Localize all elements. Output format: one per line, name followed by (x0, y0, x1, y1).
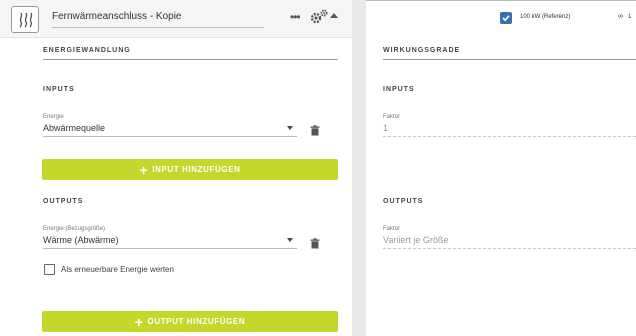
reference-label: 100 kW (Referenz) (520, 14, 571, 20)
delete-input-trash-icon[interactable] (310, 123, 320, 141)
chevron-down-icon[interactable] (287, 238, 293, 242)
plus-icon: + (139, 161, 149, 178)
output-energy-select[interactable]: Wärme (Abwärme) (43, 235, 119, 245)
panel-header: Fernwärmeanschluss - Kopie ••• (0, 0, 352, 38)
section-divider (43, 59, 338, 60)
component-title-input[interactable]: Fernwärmeanschluss - Kopie (52, 8, 264, 28)
energy-conversion-panel: Fernwärmeanschluss - Kopie ••• ENERGIEWA… (0, 0, 352, 336)
efficiency-panel: 100 kW (Referenz) ∞ 1 WIRKUNGSGRADE INPU… (366, 0, 636, 336)
reference-strip: 100 kW (Referenz) ∞ 1 (366, 0, 636, 30)
plus-icon: + (134, 313, 144, 330)
input-energy-underline (43, 136, 297, 137)
more-options-icon[interactable]: ••• (290, 11, 301, 23)
collapse-caret-up-icon[interactable] (330, 13, 338, 18)
renewable-energy-checkbox[interactable] (44, 264, 55, 275)
input-factor-label: Faktor (383, 114, 401, 120)
efficiency-outputs-title: OUTPUTS (383, 198, 424, 205)
add-input-button-label: INPUT HINZUFÜGEN (152, 165, 241, 174)
settings-gears-icon[interactable] (309, 8, 329, 31)
output-factor-value: Variiert je Größe (383, 235, 449, 245)
chevron-down-icon[interactable] (287, 126, 293, 130)
heat-waves-icon (11, 6, 39, 33)
output-energy-underline (43, 248, 297, 249)
input-factor-underline (383, 136, 636, 137)
efficiency-inputs-title: INPUTS (383, 86, 415, 93)
delete-output-trash-icon[interactable] (310, 236, 320, 254)
add-output-button[interactable]: + OUTPUT HINZUFÜGEN (42, 311, 338, 332)
link-icon[interactable]: ∞ (618, 13, 623, 20)
outputs-title: OUTPUTS (43, 198, 84, 205)
output-factor-label: Faktor (383, 226, 401, 232)
reference-link-text: 1 (628, 14, 632, 20)
output-factor-underline (383, 248, 636, 249)
inputs-title: INPUTS (43, 86, 75, 93)
section-divider (383, 59, 636, 60)
add-output-button-label: OUTPUT HINZUFÜGEN (147, 317, 246, 326)
input-energy-select[interactable]: Abwärmequelle (43, 123, 105, 133)
section-title-energiewandlung: ENERGIEWANDLUNG (43, 47, 131, 54)
section-title-wirkungsgrade: WIRKUNGSGRADE (383, 47, 461, 54)
input-factor-value: 1 (383, 123, 389, 133)
add-input-button[interactable]: + INPUT HINZUFÜGEN (42, 159, 338, 180)
input-energy-label: Energie (43, 114, 64, 120)
output-energy-label: Energie (Bezugsgröße) (43, 226, 106, 232)
renewable-energy-label: Als erneuerbare Energie werten (61, 265, 174, 274)
reference-checkbox[interactable] (500, 12, 512, 24)
